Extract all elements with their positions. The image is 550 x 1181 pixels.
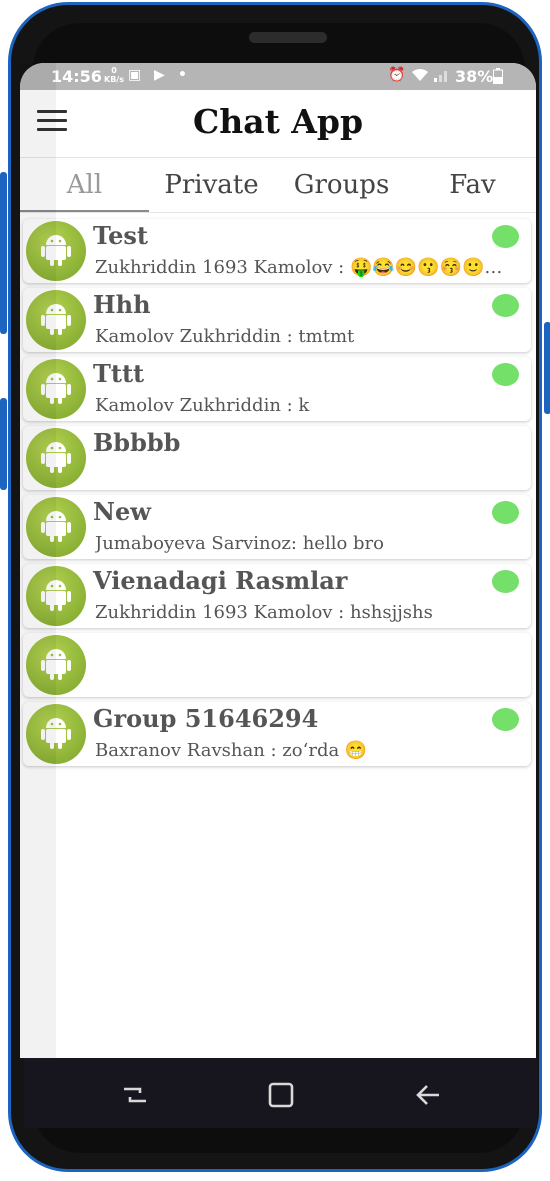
chat-last-message: Zukhriddin 1693 Kamolov : 🤑😂😊😗😚🙂… [95,257,503,278]
chat-list-item[interactable]: Hhh Kamolov Zukhriddin : tmtmt [23,288,531,352]
chat-name: Hhh [93,290,151,319]
android-avatar-icon [26,428,86,488]
signal-icon [433,67,451,87]
android-avatar-icon [26,497,86,557]
battery-percent: 38% [455,67,494,86]
gallery-icon: ▣ [128,67,142,83]
chat-last-message: Zukhriddin 1693 Kamolov : hshsjjshs [95,602,433,623]
chat-list-item[interactable]: Test Zukhriddin 1693 Kamolov : 🤑😂😊😗😚🙂… [23,219,531,283]
chat-last-message: Kamolov Zukhriddin : k [95,395,310,416]
chat-list-item[interactable]: Bbbbb [23,426,531,490]
chat-name: Bbbbb [93,428,181,457]
chat-list-item[interactable]: New Jumaboyeva Sarvinoz: hello bro [23,495,531,559]
status-bar: 14:56 0 KB/s ▣ ▶ • ⏰ 38% [20,63,536,90]
chat-list-item[interactable]: Vienadagi Rasmlar Zukhriddin 1693 Kamolo… [23,564,531,628]
tab-fav[interactable]: Fav [408,158,536,212]
volume-button [0,172,7,334]
navigation-bar [24,1058,537,1128]
android-avatar-icon [26,704,86,764]
chat-name: Group 51646294 [93,704,319,733]
tab-private[interactable]: Private [147,158,276,212]
back-icon[interactable] [413,1080,443,1110]
net-speed-value: 0 [111,66,117,75]
chat-list-item[interactable]: Group 51646294 Baxranov Ravshan : zo‘rda… [23,702,531,766]
home-icon[interactable] [266,1080,296,1110]
android-avatar-icon [26,635,86,695]
chat-last-message: Baxranov Ravshan : zo‘rda 😁 [95,740,368,761]
battery-icon [493,68,503,88]
chat-name: Tttt [93,359,145,388]
play-icon: ▶ [154,67,165,83]
android-avatar-icon [26,359,86,419]
dot-icon: • [178,67,187,83]
chat-name: New [93,497,151,526]
chat-name: Vienadagi Rasmlar [93,566,348,595]
power-button [544,322,550,414]
online-indicator [492,501,519,524]
tab-all[interactable]: All [20,158,149,212]
phone-screen: 14:56 0 KB/s ▣ ▶ • ⏰ 38% Chat App All Pr… [20,63,536,1058]
recent-apps-icon[interactable] [120,1080,150,1110]
online-indicator [492,363,519,386]
net-speed-unit: KB/s [104,75,124,84]
earpiece-speaker [249,32,327,43]
online-indicator [492,708,519,731]
net-speed: 0 KB/s [104,66,124,84]
tab-bar: All Private Groups Fav [20,157,536,213]
chat-name: Test [93,221,148,250]
bixby-button [0,398,7,490]
app-title: Chat App [192,102,364,141]
chat-last-message: Jumaboyeva Sarvinoz: hello bro [95,533,384,554]
status-time: 14:56 [51,67,102,86]
app-bar: Chat App [20,90,536,156]
android-avatar-icon [26,290,86,350]
android-avatar-icon [26,221,86,281]
wifi-icon [410,67,430,87]
online-indicator [492,225,519,248]
tab-groups[interactable]: Groups [277,158,406,212]
chat-last-message: Kamolov Zukhriddin : tmtmt [95,326,355,347]
android-avatar-icon [26,566,86,626]
online-indicator [492,570,519,593]
chat-list: Test Zukhriddin 1693 Kamolov : 🤑😂😊😗😚🙂… H… [23,219,531,771]
chat-list-item[interactable]: Tttt Kamolov Zukhriddin : k [23,357,531,421]
alarm-icon: ⏰ [388,67,406,83]
chat-list-item[interactable] [23,633,531,697]
online-indicator [492,294,519,317]
